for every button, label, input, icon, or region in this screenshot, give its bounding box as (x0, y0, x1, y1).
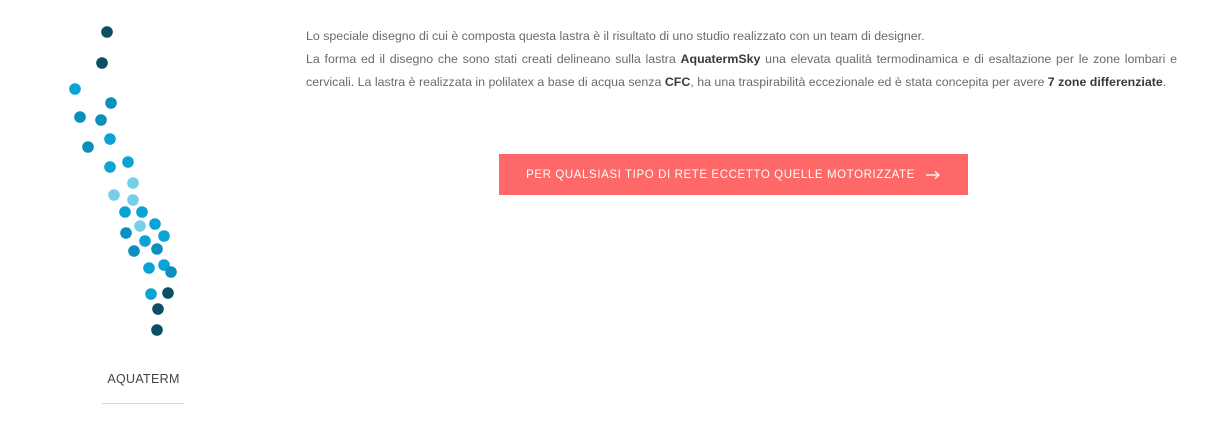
dot (151, 243, 163, 255)
cta-label: PER QUALSIASI TIPO DI RETE ECCETTO QUELL… (526, 168, 915, 181)
dot (120, 227, 132, 239)
dot (74, 111, 86, 123)
dot (104, 161, 116, 173)
description-intro: Lo speciale disegno di cui è composta qu… (306, 29, 925, 43)
brand-name: AquatermSky (680, 52, 761, 66)
dot (96, 57, 108, 69)
description-text-1: La forma ed il disegno che sono stati cr… (306, 52, 681, 66)
arrow-right-icon (925, 170, 941, 180)
dot (151, 324, 163, 336)
cfc-label: CFC (664, 75, 691, 89)
aquaterm-dots-image (69, 26, 177, 336)
zones-label: 7 zone differenziate (1047, 75, 1163, 89)
dot (165, 266, 177, 278)
product-card[interactable]: AQUATERM (50, 20, 230, 410)
product-name[interactable]: AQUATERM (100, 372, 187, 386)
dot (127, 194, 139, 206)
product-description: Lo speciale disegno di cui è composta qu… (306, 25, 1177, 94)
dot (127, 177, 139, 189)
dot (143, 262, 155, 274)
description-end: . (1162, 75, 1167, 89)
dot (82, 141, 94, 153)
dot (162, 287, 174, 299)
dot (136, 206, 148, 218)
dot (128, 245, 140, 257)
dot (119, 206, 131, 218)
product-underline (102, 403, 184, 404)
dot (104, 133, 116, 145)
dot (152, 303, 164, 315)
dot (145, 288, 157, 300)
dot (122, 156, 134, 168)
dot (158, 230, 170, 242)
dot (134, 220, 146, 232)
cta-button[interactable]: PER QUALSIASI TIPO DI RETE ECCETTO QUELL… (499, 154, 968, 195)
dot (108, 189, 120, 201)
dot (95, 114, 107, 126)
description-text-3: , ha una traspirabilità eccezionale ed è… (690, 75, 1048, 89)
dot (139, 235, 151, 247)
dot (69, 83, 81, 95)
dot (101, 26, 113, 38)
dot (105, 97, 117, 109)
description-details: La forma ed il disegno che sono stati cr… (306, 48, 1177, 94)
dot (149, 218, 161, 230)
